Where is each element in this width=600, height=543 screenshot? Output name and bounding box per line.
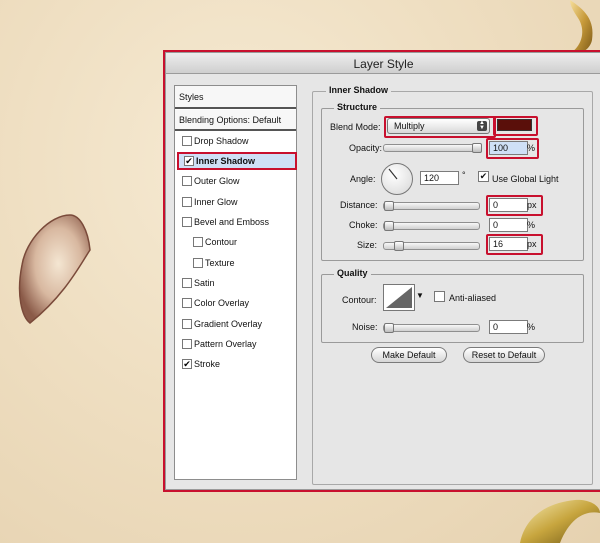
color-overlay-checkbox[interactable] — [182, 298, 192, 308]
choke-unit: % — [527, 220, 536, 230]
drop-shadow-label: Drop Shadow — [194, 136, 249, 146]
dialog-title: Layer Style — [353, 57, 414, 71]
size-input[interactable]: 16 — [489, 237, 528, 251]
blending-options-item[interactable]: Blending Options: Default — [175, 110, 296, 131]
choke-label: Choke: — [349, 220, 378, 230]
anti-aliased-label: Anti-aliased — [449, 293, 497, 303]
opacity-slider[interactable] — [383, 143, 482, 153]
choke-slider[interactable] — [383, 221, 480, 231]
inner-shadow-settings: Inner Shadow Structure Blend Mode: Multi… — [312, 85, 593, 485]
size-unit: px — [527, 239, 537, 249]
size-slider[interactable] — [383, 241, 480, 251]
size-slider-thumb[interactable] — [394, 241, 404, 251]
effect-drop-shadow[interactable]: Drop Shadow — [175, 132, 296, 150]
contour-label: Contour — [205, 237, 238, 247]
outer-glow-label: Outer Glow — [194, 176, 240, 186]
quality-group — [321, 274, 584, 343]
structure-title: Structure — [334, 102, 381, 112]
satin-label: Satin — [194, 278, 215, 288]
inner-shadow-title: Inner Shadow — [326, 85, 392, 95]
select-arrows-icon: ▲ ▼ — [477, 120, 487, 131]
blending-options-label: Blending Options: Default — [179, 115, 282, 125]
contour-preview[interactable] — [383, 284, 415, 311]
layer-style-dialog: Layer Style Styles Blending Options: Def… — [165, 52, 600, 490]
blend-mode-value: Multiply — [394, 121, 425, 131]
effect-pattern-overlay[interactable]: Pattern Overlay — [175, 335, 296, 353]
opacity-slider-thumb[interactable] — [472, 143, 482, 153]
anti-aliased-checkbox[interactable] — [434, 291, 445, 302]
effect-inner-shadow[interactable]: ✔ Inner Shadow — [177, 152, 297, 170]
blend-mode-label: Blend Mode: — [330, 122, 381, 132]
quality-title: Quality — [334, 268, 371, 278]
inner-shadow-checkbox[interactable]: ✔ — [184, 156, 194, 166]
choke-slider-thumb[interactable] — [384, 221, 394, 231]
styles-panel: Styles Blending Options: Default Drop Sh… — [174, 85, 297, 480]
distance-slider[interactable] — [383, 201, 480, 211]
opacity-input[interactable]: 100 — [489, 141, 528, 155]
opacity-label: Opacity: — [349, 143, 383, 153]
effect-inner-glow[interactable]: Inner Glow — [175, 193, 296, 211]
contour-setting-label: Contour: — [342, 295, 377, 305]
effect-bevel-emboss[interactable]: Bevel and Emboss — [175, 213, 296, 231]
styles-header-label: Styles — [179, 92, 204, 102]
color-overlay-label: Color Overlay — [194, 298, 250, 308]
drop-shadow-checkbox[interactable] — [182, 136, 192, 146]
contour-checkbox[interactable] — [193, 237, 203, 247]
distance-input[interactable]: 0 — [489, 198, 528, 212]
effect-contour[interactable]: Contour — [175, 233, 296, 251]
use-global-light-checkbox[interactable]: ✔ — [478, 171, 489, 182]
use-global-light-label: Use Global Light — [492, 174, 559, 184]
inner-glow-checkbox[interactable] — [182, 197, 192, 207]
noise-input[interactable]: 0 — [489, 320, 528, 334]
noise-slider-thumb[interactable] — [384, 323, 394, 333]
shadow-color-swatch[interactable] — [497, 119, 532, 131]
contour-curve-icon — [386, 287, 412, 308]
gradient-overlay-label: Gradient Overlay — [194, 319, 263, 329]
distance-label: Distance: — [340, 200, 378, 210]
gold-ornament-top — [570, 0, 593, 53]
gold-ornament-bottom — [520, 499, 600, 543]
noise-slider[interactable] — [383, 323, 480, 333]
contour-dropdown-icon[interactable]: ▼ — [416, 291, 424, 300]
effect-gradient-overlay[interactable]: Gradient Overlay — [175, 315, 296, 333]
gradient-overlay-checkbox[interactable] — [182, 319, 192, 329]
inner-shadow-label: Inner Shadow — [196, 156, 256, 166]
effect-color-overlay[interactable]: Color Overlay — [175, 294, 296, 312]
opacity-unit: % — [527, 143, 536, 153]
styles-header[interactable]: Styles — [175, 86, 296, 109]
noise-label: Noise: — [352, 322, 378, 332]
distance-slider-thumb[interactable] — [384, 201, 394, 211]
angle-dial-needle — [388, 168, 398, 180]
texture-label: Texture — [205, 258, 235, 268]
size-label: Size: — [357, 240, 378, 250]
angle-dial[interactable] — [381, 163, 413, 195]
effect-stroke[interactable]: ✔ Stroke — [175, 355, 296, 373]
effect-satin[interactable]: Satin — [175, 274, 296, 292]
blend-mode-select[interactable]: Multiply ▲ ▼ — [387, 118, 490, 134]
heart-shape — [18, 214, 91, 324]
bevel-emboss-label: Bevel and Emboss — [194, 217, 270, 227]
effect-outer-glow[interactable]: Outer Glow — [175, 172, 296, 190]
effect-texture[interactable]: Texture — [175, 254, 296, 272]
pattern-overlay-checkbox[interactable] — [182, 339, 192, 349]
outer-glow-checkbox[interactable] — [182, 176, 192, 186]
distance-unit: px — [527, 200, 537, 210]
stroke-label: Stroke — [194, 359, 221, 369]
make-default-button[interactable]: Make Default — [371, 347, 447, 363]
inner-glow-label: Inner Glow — [194, 197, 238, 207]
reset-to-default-button[interactable]: Reset to Default — [463, 347, 545, 363]
bevel-emboss-checkbox[interactable] — [182, 217, 192, 227]
angle-unit: ° — [462, 170, 466, 180]
stroke-checkbox[interactable]: ✔ — [182, 359, 192, 369]
noise-unit: % — [527, 322, 536, 332]
angle-label: Angle: — [350, 174, 376, 184]
choke-input[interactable]: 0 — [489, 218, 528, 232]
title-bar[interactable]: Layer Style — [166, 53, 600, 74]
satin-checkbox[interactable] — [182, 278, 192, 288]
angle-input[interactable]: 120 — [420, 171, 459, 185]
pattern-overlay-label: Pattern Overlay — [194, 339, 257, 349]
texture-checkbox[interactable] — [193, 258, 203, 268]
